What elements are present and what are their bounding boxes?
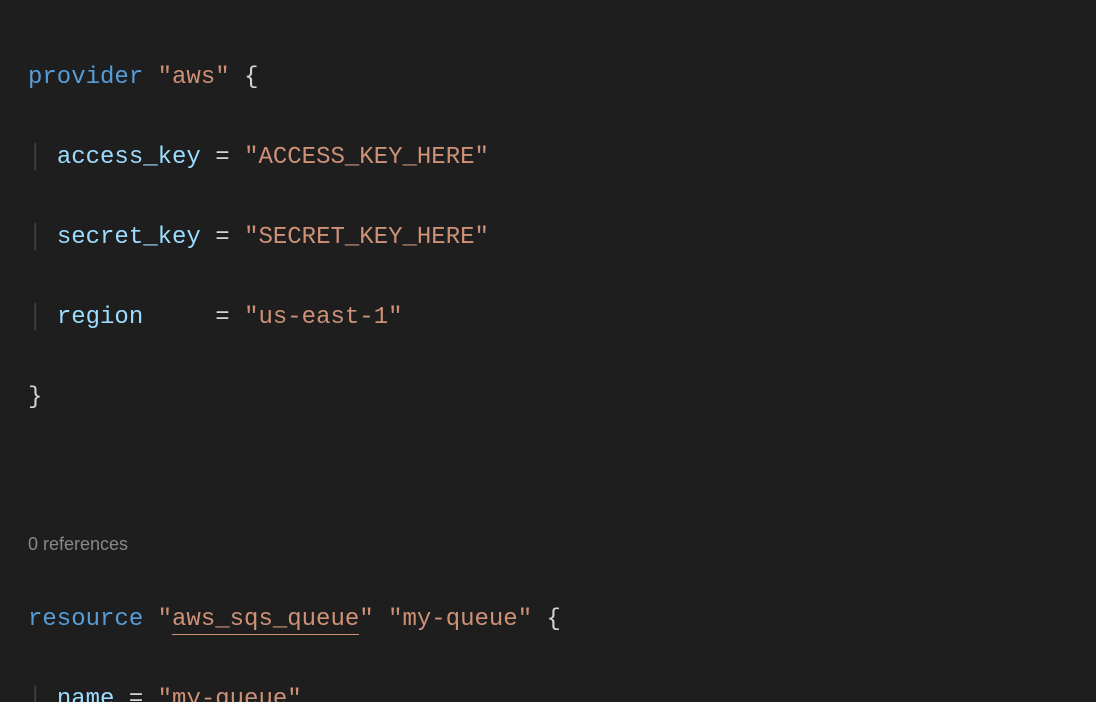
code-line[interactable]: │ region = "us-east-1" (28, 298, 1096, 338)
brace-open: { (547, 606, 561, 633)
indent-guide: │ (28, 686, 57, 702)
code-line[interactable]: │ secret_key = "SECRET_KEY_HERE" (28, 218, 1096, 258)
code-line[interactable]: │ name = "my-queue" (28, 680, 1096, 702)
value-secret-key: "SECRET_KEY_HERE" (244, 224, 489, 251)
property-name: name (57, 686, 115, 702)
value-region: "us-east-1" (244, 304, 402, 331)
code-line[interactable]: resource "aws_sqs_queue" "my-queue" { (28, 600, 1096, 640)
brace-open: { (244, 64, 258, 91)
keyword-provider: provider (28, 64, 143, 91)
resource-label: "my-queue" (388, 606, 532, 633)
equals: = (129, 686, 143, 702)
code-editor[interactable]: provider "aws" { │ access_key = "ACCESS_… (0, 0, 1096, 702)
property-access-key: access_key (57, 144, 201, 171)
equals: = (215, 144, 229, 171)
indent-guide: │ (28, 144, 57, 171)
provider-name: "aws" (158, 64, 230, 91)
value-access-key: "ACCESS_KEY_HERE" (244, 144, 489, 171)
resource-type: "aws_sqs_queue" (158, 606, 374, 635)
code-line[interactable]: provider "aws" { (28, 58, 1096, 98)
keyword-resource: resource (28, 606, 143, 633)
indent-guide: │ (28, 304, 57, 331)
property-region: region (57, 304, 143, 331)
indent-guide: │ (28, 224, 57, 251)
code-line[interactable]: │ access_key = "ACCESS_KEY_HERE" (28, 138, 1096, 178)
space (143, 64, 157, 91)
property-secret-key: secret_key (57, 224, 201, 251)
brace-close: } (28, 384, 42, 411)
equals: = (215, 304, 229, 331)
codelens-references[interactable]: 0 references (28, 530, 1096, 558)
code-line[interactable]: } (28, 378, 1096, 418)
value-name: "my-queue" (158, 686, 302, 702)
equals: = (215, 224, 229, 251)
space (230, 64, 244, 91)
